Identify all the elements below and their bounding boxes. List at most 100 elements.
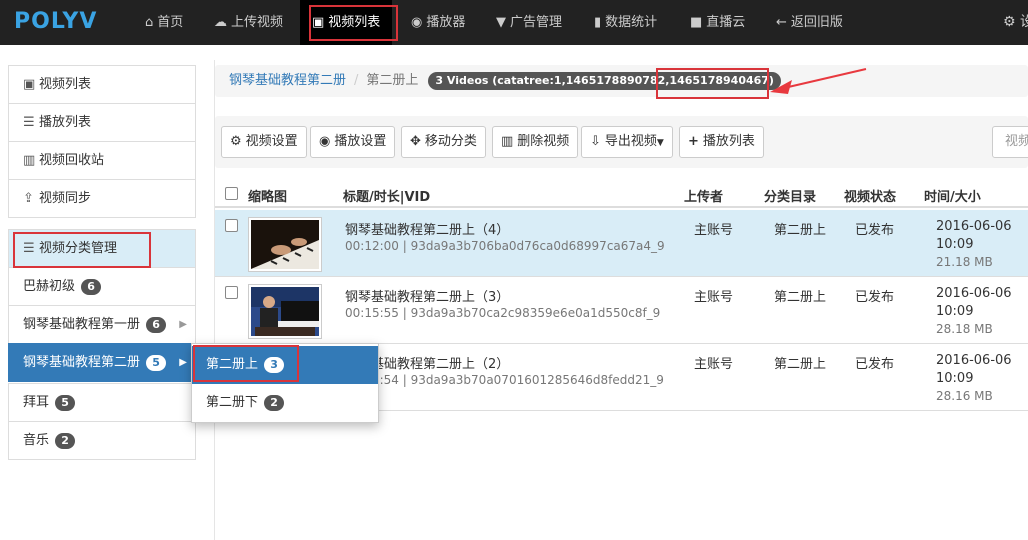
size-cell: 28.18 MB bbox=[936, 322, 993, 336]
nav-statistics[interactable]: ▮ 数据统计 bbox=[594, 0, 657, 45]
count-badge: 6 bbox=[146, 316, 167, 333]
nav-live[interactable]: ■ 直播云 bbox=[690, 0, 745, 45]
date-cell: 2016-06-06 bbox=[936, 286, 1012, 301]
home-icon: ⌂ bbox=[145, 15, 154, 30]
annotation-box-sidebar bbox=[13, 232, 151, 268]
move-icon: ✥ bbox=[410, 134, 421, 149]
nav-player[interactable]: ◉ 播放器 bbox=[411, 0, 465, 45]
settings-menu[interactable]: ⚙ 设 bbox=[1003, 0, 1028, 45]
breadcrumb-current: 第二册上 bbox=[366, 73, 419, 88]
row-checkbox[interactable] bbox=[225, 219, 238, 232]
move-category-button[interactable]: ✥ 移动分类 bbox=[401, 126, 486, 158]
category-item-bach[interactable]: 巴赫初级 6 bbox=[8, 267, 196, 306]
table-row[interactable]: 钢琴基础教程第二册上（4） 00:12:00 | 93da9a3b706ba0d… bbox=[215, 210, 1028, 277]
count-badge: 2 bbox=[55, 432, 76, 449]
size-cell: 21.18 MB bbox=[936, 255, 993, 269]
time-cell: 10:09 bbox=[936, 304, 974, 319]
time-cell: 10:09 bbox=[936, 371, 974, 386]
search-input[interactable]: 视频 bbox=[992, 126, 1028, 158]
upload-icon: ☁ bbox=[214, 15, 227, 30]
video-settings-button[interactable]: ⚙ 视频设置 bbox=[221, 126, 307, 158]
caret-right-icon: ▶ bbox=[179, 319, 187, 330]
count-badge: 6 bbox=[81, 278, 102, 295]
header-status: 视频状态 bbox=[844, 190, 897, 205]
category-item-piano-book-1[interactable]: 钢琴基础教程第一册 6 ▶ bbox=[8, 305, 196, 344]
caret-down-icon: ▼ bbox=[656, 138, 664, 148]
annotation-box-nav bbox=[309, 5, 398, 41]
list-icon: ☰ bbox=[23, 115, 35, 130]
sidebar-item-playlist[interactable]: ☰ 播放列表 bbox=[8, 103, 196, 142]
nav-back-old[interactable]: ← 返回旧版 bbox=[776, 0, 843, 45]
time-cell: 10:09 bbox=[936, 237, 974, 252]
gear-icon: ⚙ bbox=[230, 134, 242, 149]
plus-icon: + bbox=[688, 134, 699, 149]
annotation-box-flyout bbox=[193, 345, 299, 382]
subcategory-item-book2-part2[interactable]: 第二册下 2 bbox=[192, 384, 378, 422]
nav-ads[interactable]: ▼ 广告管理 bbox=[496, 0, 562, 45]
video-title[interactable]: 钢琴基础教程第二册上（3） bbox=[345, 286, 509, 305]
play-circle-icon: ◉ bbox=[319, 134, 331, 149]
header-uploader: 上传者 bbox=[684, 190, 724, 205]
toolbar: ⚙视频设置 ◉播放设置 ✥移动分类 ▥删除视频 ⇩导出视频▼ +播放列表 视频 bbox=[215, 116, 1028, 168]
annotation-box-breadcrumb bbox=[656, 68, 769, 99]
export-video-button[interactable]: ⇩ 导出视频▼ bbox=[581, 126, 673, 158]
date-cell: 2016-06-06 bbox=[936, 353, 1012, 368]
annotation-arrow-icon bbox=[770, 68, 867, 94]
sidebar-item-video-sync[interactable]: ⇪ 视频同步 bbox=[8, 179, 196, 218]
arrow-left-icon: ← bbox=[776, 15, 787, 30]
breadcrumb-parent-link[interactable]: 钢琴基础教程第二册 bbox=[229, 73, 346, 88]
filter-icon: ▼ bbox=[496, 15, 506, 30]
status-cell: 已发布 bbox=[855, 357, 895, 372]
nav-home[interactable]: ⌂ 首页 bbox=[145, 0, 183, 45]
category-cell: 第二册上 bbox=[774, 223, 827, 238]
count-badge: 2 bbox=[264, 394, 285, 411]
play-circle-icon: ◉ bbox=[411, 15, 423, 30]
video-duration-vid: 00:12:00 | 93da9a3b706ba0d76ca0d68997ca6… bbox=[345, 239, 665, 253]
add-playlist-button[interactable]: + 播放列表 bbox=[679, 126, 764, 158]
header-category: 分类目录 bbox=[764, 190, 817, 205]
uploader-cell: 主账号 bbox=[694, 290, 734, 305]
video-thumbnail[interactable] bbox=[248, 284, 322, 339]
select-all-checkbox[interactable] bbox=[225, 187, 238, 200]
date-cell: 2016-06-06 bbox=[936, 219, 1012, 234]
category-item-beyer[interactable]: 拜耳 5 bbox=[8, 383, 196, 422]
delete-video-button[interactable]: ▥ 删除视频 bbox=[492, 126, 579, 158]
video-duration-vid: 00:15:54 | 93da9a3b70a0701601285646d8fed… bbox=[345, 373, 664, 387]
video-camera-icon: ■ bbox=[690, 15, 703, 30]
video-thumbnail[interactable] bbox=[248, 217, 322, 272]
category-cell: 第二册上 bbox=[774, 357, 827, 372]
nav-upload[interactable]: ☁ 上传视频 bbox=[214, 0, 283, 45]
uploader-cell: 主账号 bbox=[694, 223, 734, 238]
caret-right-icon: ▶ bbox=[179, 357, 187, 368]
trash-icon: ▥ bbox=[501, 134, 514, 149]
gear-icon: ⚙ bbox=[1003, 14, 1016, 30]
size-cell: 28.16 MB bbox=[936, 389, 993, 403]
status-cell: 已发布 bbox=[855, 290, 895, 305]
header-thumbnail: 缩略图 bbox=[248, 190, 288, 205]
category-cell: 第二册上 bbox=[774, 290, 827, 305]
sync-icon: ⇪ bbox=[23, 191, 34, 206]
polyv-logo[interactable]: POLYV bbox=[14, 9, 97, 34]
sidebar-item-video-list[interactable]: ▣ 视频列表 bbox=[8, 65, 196, 104]
table-header: 缩略图 标题/时长|VID 上传者 分类目录 视频状态 时间/大小 bbox=[215, 180, 1028, 208]
count-badge: 5 bbox=[146, 354, 167, 371]
header-title: 标题/时长|VID bbox=[343, 190, 431, 205]
video-title[interactable]: 钢琴基础教程第二册上（4） bbox=[345, 219, 509, 238]
export-icon: ⇩ bbox=[590, 134, 601, 149]
header-time-size: 时间/大小 bbox=[924, 190, 981, 205]
film-icon: ▣ bbox=[23, 77, 36, 92]
category-item-piano-book-2[interactable]: 钢琴基础教程第二册 5 ▶ bbox=[8, 343, 196, 382]
breadcrumb: 钢琴基础教程第二册 / 第二册上 3 Videos (catatree:1,14651… bbox=[215, 65, 1028, 97]
trash-icon: ▥ bbox=[23, 153, 36, 168]
bar-chart-icon: ▮ bbox=[594, 15, 602, 30]
sidebar-item-recycle-bin[interactable]: ▥ 视频回收站 bbox=[8, 141, 196, 180]
uploader-cell: 主账号 bbox=[694, 357, 734, 372]
top-navbar: POLYV ⌂ 首页 ☁ 上传视频 ▣ 视频列表 ◉ 播放器 ▼ 广告管理 ▮ 数据统计 ■… bbox=[0, 0, 1028, 45]
video-duration-vid: 00:15:55 | 93da9a3b70ca2c98359e6e0a1d550… bbox=[345, 306, 661, 320]
status-cell: 已发布 bbox=[855, 223, 895, 238]
table-row[interactable]: 钢琴基础教程第二册上（3） 00:15:55 | 93da9a3b70ca2c9… bbox=[215, 277, 1028, 344]
row-checkbox[interactable] bbox=[225, 286, 238, 299]
count-badge: 5 bbox=[55, 394, 76, 411]
category-item-music[interactable]: 音乐 2 bbox=[8, 421, 196, 460]
player-settings-button[interactable]: ◉ 播放设置 bbox=[310, 126, 396, 158]
